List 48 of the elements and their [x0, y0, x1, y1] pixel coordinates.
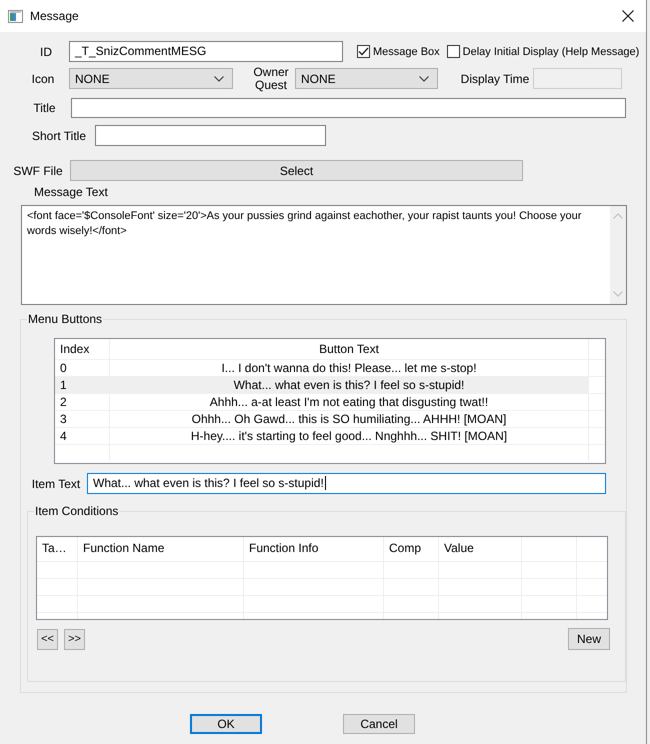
table-cell-text: 0	[59, 360, 68, 376]
short-title-field[interactable]	[95, 125, 326, 146]
title-field[interactable]	[71, 98, 626, 118]
table-row[interactable]: 4 H-hey.... it's starting to feel good... Nnghhh... SHIT! [MOAN]	[55, 427, 605, 444]
checkbox-label[interactable]: Message Box	[373, 46, 440, 58]
table-cell-text: 2	[59, 394, 68, 410]
field-label: Short Title	[30, 128, 88, 142]
new-button[interactable]: New	[568, 628, 610, 650]
field-label: Item Text	[30, 476, 82, 490]
column-header: Function Info	[243, 537, 383, 561]
checkbox-label[interactable]: Delay Initial Display (Help Message)	[462, 46, 640, 58]
field-label: Icon	[30, 72, 56, 86]
table-row[interactable]: 3 Ohhh... Oh Gawd... this is SO humiliating... AHHH! [MOAN]	[55, 410, 605, 427]
field-label: Owner Quest	[252, 66, 290, 92]
app-window-icon	[8, 10, 23, 22]
group-title: Item Conditions	[34, 504, 120, 518]
id-field[interactable]: _T_SnizCommentMESG	[69, 41, 343, 62]
table-cell-text: 3	[59, 411, 68, 427]
chevron-down-icon	[419, 76, 429, 82]
field-label: Title	[32, 101, 57, 115]
icon-dropdown[interactable]: NONE	[69, 68, 233, 89]
field-label: ID	[39, 44, 53, 58]
cancel-button[interactable]: Cancel	[343, 714, 415, 734]
column-header: Ta…	[41, 540, 68, 557]
next-button[interactable]: >>	[64, 628, 85, 650]
chevron-down-icon	[214, 76, 224, 82]
select-button[interactable]: Select	[70, 160, 523, 181]
field-label: Message Text	[33, 185, 109, 199]
field-label: SWF File	[13, 164, 63, 178]
table-row[interactable]: 2 Ahhh... a-at least I'm not eating that disgusting twat!!	[55, 393, 605, 410]
owner-quest-dropdown[interactable]: NONE	[295, 68, 438, 89]
item-text-field[interactable]: What... what even is this? I feel so s-stupid!	[87, 473, 606, 494]
ok-button[interactable]: OK	[190, 714, 262, 734]
window-title: Message	[30, 9, 79, 23]
checkbox[interactable]	[357, 45, 370, 58]
field-label: Display Time	[460, 72, 530, 86]
checkbox[interactable]	[446, 45, 460, 58]
column-header: Value	[438, 537, 521, 561]
text-cursor	[324, 476, 326, 490]
column-header: Function Name	[77, 537, 243, 561]
table-row[interactable]: 1 What... what even is this? I feel so s-stupid!	[55, 376, 605, 393]
group-title: Menu Buttons	[27, 312, 104, 326]
column-header: Comp	[383, 537, 438, 561]
close-icon[interactable]	[622, 10, 634, 22]
table-cell-text: 1	[59, 377, 68, 393]
previous-button[interactable]: <<	[37, 628, 58, 650]
column-header: Index	[59, 341, 90, 358]
table-cell-text: 4	[59, 428, 68, 444]
